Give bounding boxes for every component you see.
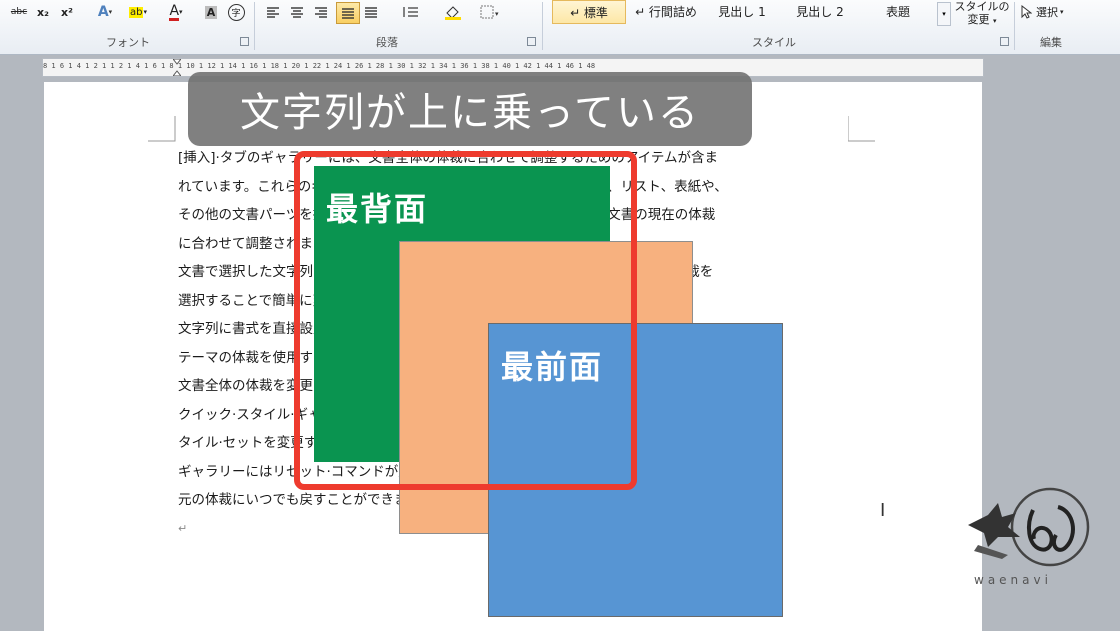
select-button[interactable]: 選択 ▾ (1020, 2, 1086, 22)
paragraph-group-label: 段落 (376, 36, 398, 49)
cursor-arrow-icon (1021, 5, 1032, 19)
superscript-button[interactable]: x² (58, 2, 76, 22)
font-dialog-launcher[interactable] (240, 37, 249, 46)
borders-icon[interactable]: ▾ (476, 2, 504, 22)
logo-wordmark: waenavi (974, 573, 1052, 587)
change-styles-button[interactable]: スタイルの 変更 ▾ (953, 0, 1011, 28)
ruler-numbers: 8 1 6 1 4 1 2 1 1 2 1 4 1 6 1 8 1 10 1 1… (43, 62, 596, 70)
shading-icon[interactable] (440, 2, 468, 22)
strikethrough-button[interactable]: abc (8, 2, 30, 22)
align-left-glyph (267, 7, 279, 18)
text-effects-button[interactable]: A ▾ (92, 2, 118, 22)
margin-corner-mark (848, 116, 875, 142)
style-heading-2[interactable]: 見出し 2 (784, 0, 856, 22)
change-styles-line1: スタイルの (954, 0, 1010, 13)
style-heading-1[interactable]: 見出し 1 (706, 0, 778, 22)
change-styles-line2: 変更 ▾ (967, 13, 997, 26)
align-right-icon[interactable] (312, 2, 330, 22)
char-shading-button[interactable]: A (202, 2, 220, 22)
style-no-spacing[interactable]: ↵ 行間詰め (630, 0, 702, 22)
subscript-button[interactable]: x₂ (34, 2, 52, 22)
separator (542, 2, 543, 50)
paragraph-dialog-launcher[interactable] (527, 37, 536, 46)
svg-text:▾: ▾ (495, 10, 499, 18)
caption-banner: 文字列が上に乗っている (188, 72, 752, 146)
style-gallery-more-button[interactable]: ▾ (937, 2, 951, 26)
text-cursor-icon: I (880, 500, 886, 521)
style-title[interactable]: 表題 (862, 0, 934, 22)
style-normal[interactable]: ↵ 標準 (552, 0, 626, 24)
indent-marker-icon[interactable] (173, 59, 181, 76)
justify-icon[interactable] (336, 2, 360, 24)
styles-group-label: スタイル (752, 36, 796, 49)
align-left-icon[interactable] (264, 2, 282, 22)
edit-group-label: 編集 (1040, 36, 1062, 49)
enclosed-char-button[interactable]: 字 (226, 2, 246, 22)
separator (1014, 2, 1015, 50)
highlight-color-button[interactable]: ab ▾ (124, 2, 152, 22)
highlight-frame (294, 151, 637, 490)
distributed-icon[interactable] (362, 2, 380, 22)
styles-dialog-launcher[interactable] (1000, 37, 1009, 46)
ribbon: abc x₂ x² A ▾ ab ▾ A ▾ A 字 フォント ▾ 段落 ↵ 標準 ↵… (0, 0, 1120, 55)
margin-corner-mark (148, 116, 176, 142)
font-color-button[interactable]: A ▾ (162, 2, 190, 22)
line-spacing-icon[interactable] (398, 2, 424, 22)
separator (254, 2, 255, 50)
font-group-label: フォント (106, 36, 150, 49)
align-center-icon[interactable] (288, 2, 306, 22)
